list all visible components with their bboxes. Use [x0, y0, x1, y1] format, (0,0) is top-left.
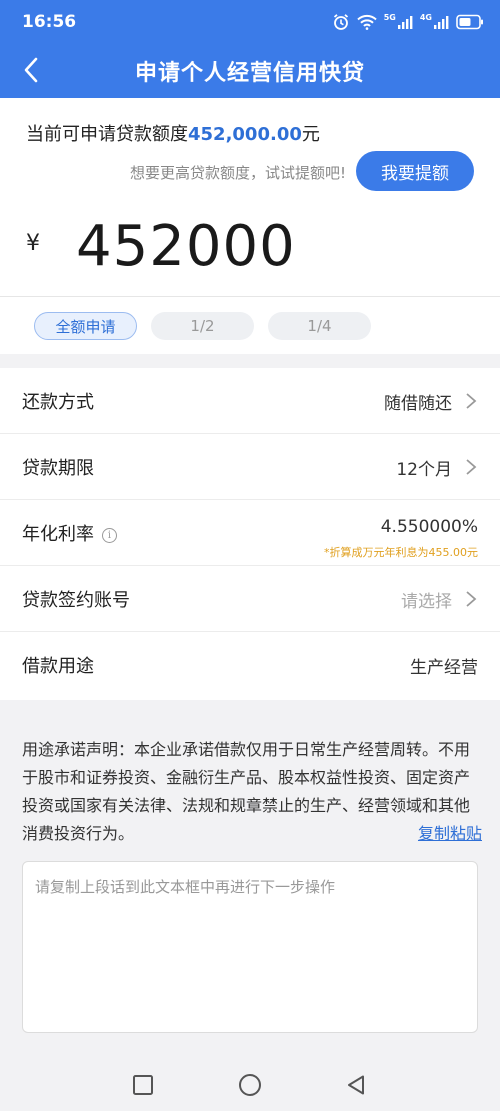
status-icons: 5G 4G — [332, 12, 484, 32]
info-icon[interactable]: i — [102, 528, 117, 543]
signal-5g-icon: 5G — [384, 14, 413, 30]
recents-button[interactable] — [130, 1072, 156, 1098]
textarea-placeholder: 请复制上段话到此文本框中再进行下一步操作 — [35, 878, 336, 896]
battery-icon — [456, 14, 484, 30]
divider — [0, 296, 500, 297]
chevron-right-icon — [466, 591, 477, 607]
nav-bar: 申请个人经营信用快贷 — [0, 44, 500, 98]
chip-quarter[interactable]: 1/4 — [268, 312, 371, 340]
loan-term-row[interactable]: 贷款期限 12个月 — [0, 434, 500, 500]
copy-paste-link[interactable]: 复制粘贴 — [418, 820, 482, 848]
interest-note: *折算成万元年利息为455.00元 — [324, 546, 478, 559]
wifi-icon — [357, 14, 377, 30]
signing-account-label: 贷款签约账号 — [22, 590, 130, 611]
available-quota: 当前可申请贷款额度452,000.00元 — [26, 124, 320, 145]
status-bar: 16:56 5G 4G — [0, 0, 500, 44]
annual-rate-label: 年化利率 i — [22, 520, 117, 546]
alarm-icon — [332, 13, 350, 31]
statement-text: 用途承诺声明：本企业承诺借款仅用于日常生产经营周转。不用于股市和证券投资、金融衍… — [22, 740, 471, 843]
loan-term-label: 贷款期限 — [22, 458, 94, 479]
loan-amount-input[interactable]: 452000 — [76, 214, 296, 279]
quota-value: 452,000.00 — [188, 124, 302, 145]
statement-textarea[interactable]: 请复制上段话到此文本框中再进行下一步操作 — [22, 861, 478, 1033]
page-title: 申请个人经营信用快贷 — [134, 61, 365, 86]
signal-4g-icon: 4G — [420, 14, 449, 30]
signing-account-placeholder: 请选择 — [401, 592, 452, 612]
annual-rate-value: 4.550000% — [380, 517, 478, 537]
signing-account-row[interactable]: 贷款签约账号 请选择 — [0, 566, 500, 632]
loan-form: 还款方式 随借随还 贷款期限 12个月 年化利率 i 4.550000% *折算成… — [0, 368, 500, 700]
repayment-method-value: 随借随还 — [384, 394, 452, 414]
raise-hint: 想要更高贷款额度，试试提额吧! — [129, 164, 346, 182]
top-bar: 16:56 5G 4G 申请个人经营信用快贷 — [0, 0, 500, 98]
raise-limit-button[interactable]: 我要提额 — [356, 151, 474, 191]
currency-symbol: ¥ — [26, 231, 40, 256]
triangle-back-icon — [348, 1075, 364, 1095]
purpose-statement: 用途承诺声明：本企业承诺借款仅用于日常生产经营周转。不用于股市和证券投资、金融衍… — [22, 736, 482, 848]
status-time: 16:56 — [22, 12, 77, 32]
loan-term-value: 12个月 — [396, 460, 452, 480]
loan-purpose-label: 借款用途 — [22, 656, 94, 677]
amount-card: 当前可申请贷款额度452,000.00元 想要更高贷款额度，试试提额吧! 我要提… — [0, 98, 500, 354]
system-back-button[interactable] — [343, 1072, 369, 1098]
chevron-right-icon — [466, 393, 477, 409]
chip-full-amount[interactable]: 全额申请 — [34, 312, 137, 340]
system-nav-bar — [0, 1058, 500, 1111]
repayment-method-label: 还款方式 — [22, 392, 94, 413]
repayment-method-row[interactable]: 还款方式 随借随还 — [0, 368, 500, 434]
amount-ratio-chips: 全额申请 1/2 1/4 — [34, 312, 371, 340]
square-icon — [133, 1075, 153, 1095]
home-button[interactable] — [237, 1072, 263, 1098]
chevron-right-icon — [466, 459, 477, 475]
loan-purpose-value: 生产经营 — [410, 658, 478, 678]
loan-purpose-row: 借款用途 生产经营 — [0, 632, 500, 698]
annual-rate-row: 年化利率 i 4.550000% *折算成万元年利息为455.00元 — [0, 500, 500, 566]
chip-half[interactable]: 1/2 — [151, 312, 254, 340]
circle-icon — [239, 1074, 261, 1096]
